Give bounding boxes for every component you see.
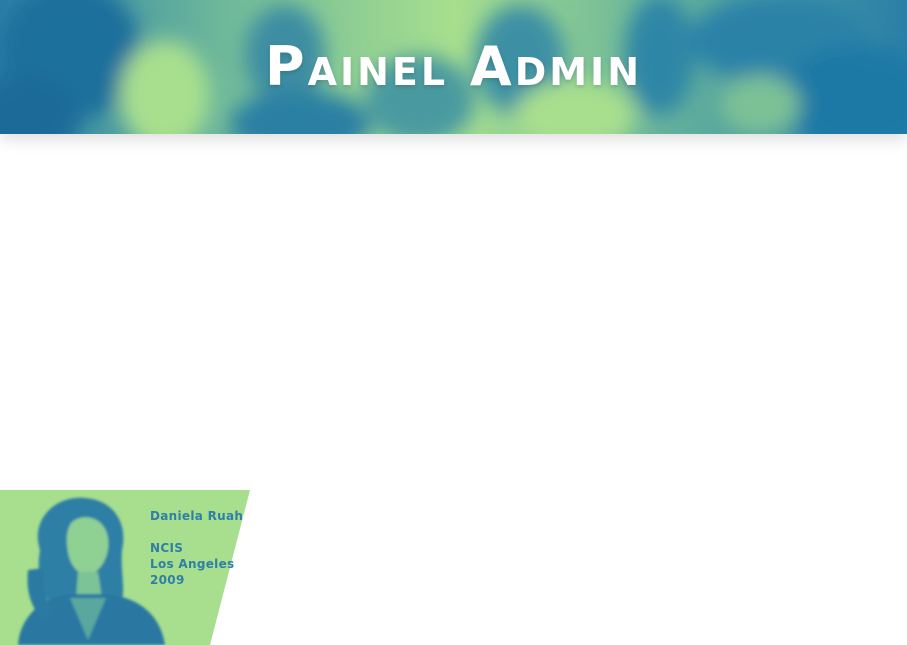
actor-name: Daniela Ruah xyxy=(150,509,244,523)
header-banner: Painel Admin xyxy=(0,0,907,134)
show-subtitle: Los Angeles xyxy=(150,557,235,571)
page-title: Painel Admin xyxy=(265,35,642,98)
cast-info-spacer xyxy=(150,524,245,540)
show-year: 2009 xyxy=(150,573,185,587)
show-name: NCIS xyxy=(150,541,184,555)
cast-info: Daniela Ruah NCIS Los Angeles 2009 xyxy=(150,508,245,588)
admin-page: Painel Admin Daniela Ruah NCIS Los Angel… xyxy=(0,0,907,645)
cast-card[interactable]: Daniela Ruah NCIS Los Angeles 2009 xyxy=(0,490,250,645)
